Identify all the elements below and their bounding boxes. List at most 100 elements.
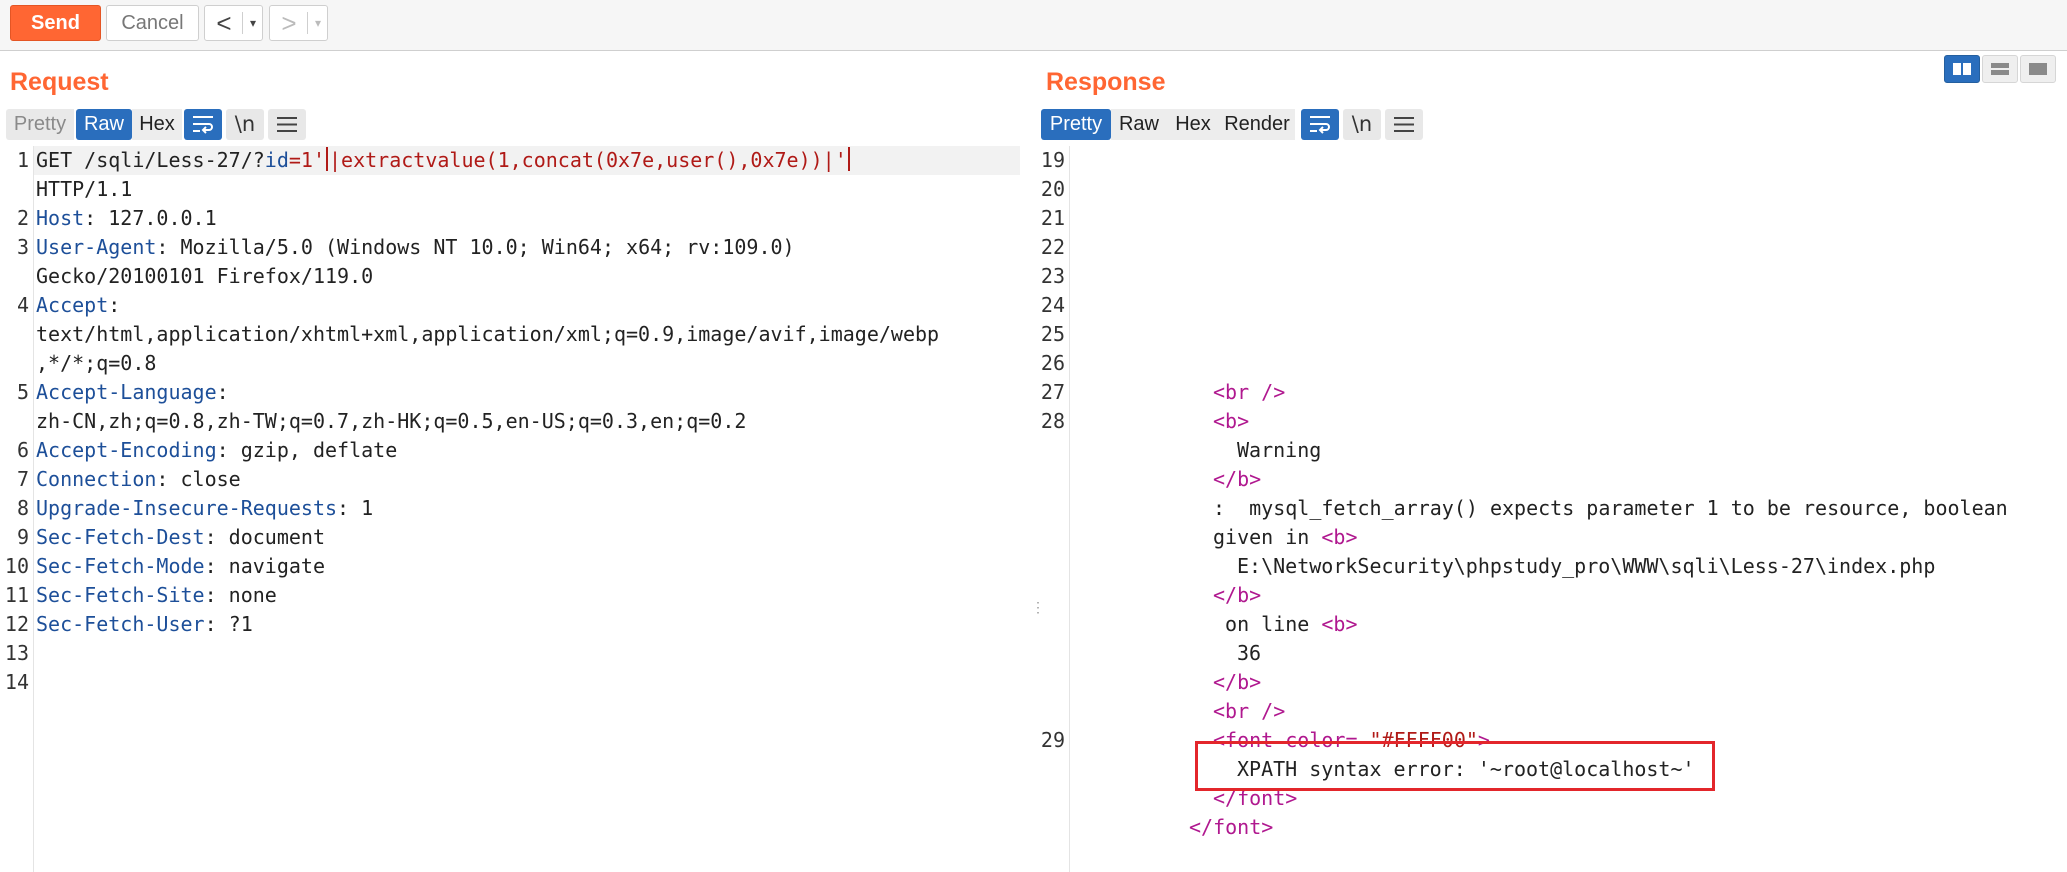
- query-param-value: =1': [288, 148, 325, 172]
- divider: [307, 12, 308, 34]
- line-number: 3: [16, 235, 29, 259]
- layout-top-bottom-button[interactable]: [1982, 55, 2018, 83]
- header-value: :: [108, 293, 121, 317]
- line-number: 12: [4, 612, 29, 636]
- html-tag: </b>: [1213, 670, 1262, 694]
- request-line-1: GET /sqli/Less-27/?id=1' |extractvalue(1,…: [34, 146, 1020, 175]
- wrap-lines-icon: [1310, 116, 1330, 134]
- html-tag: <br />: [1213, 699, 1286, 723]
- history-forward-button[interactable]: > ▾: [269, 5, 328, 41]
- response-code: <br /> <b> Warning </b> : mysql_fetch_ar…: [1080, 146, 2065, 839]
- header-key: Accept: [36, 293, 109, 317]
- line-number: 7: [16, 467, 29, 491]
- tab-raw[interactable]: Raw: [76, 109, 132, 140]
- line-number: 9: [16, 525, 29, 549]
- header-value: : close: [156, 467, 241, 491]
- html-tag: <b>: [1321, 612, 1358, 636]
- error-message: : mysql_fetch_array() expects parameter …: [1213, 496, 2008, 520]
- html-tag: <br />: [1213, 380, 1286, 404]
- header-key: Accept-Language: [36, 380, 217, 404]
- response-view-tabs: Pretty Raw Hex Render \n: [1041, 109, 1441, 140]
- cancel-button[interactable]: Cancel: [106, 5, 199, 41]
- header-key: Sec-Fetch-Site: [36, 583, 205, 607]
- html-tag: </b>: [1213, 467, 1262, 491]
- header-value: zh-CN,zh;q=0.8,zh-TW;q=0.7,zh-HK;q=0.5,e…: [36, 409, 747, 433]
- header-key: Sec-Fetch-Dest: [36, 525, 205, 549]
- layout-toggle-group: [1944, 55, 2058, 85]
- header-value: : Mozilla/5.0 (Windows NT 10.0; Win64; x…: [156, 235, 795, 259]
- wrap-lines-button[interactable]: [1301, 109, 1339, 140]
- send-button[interactable]: Send: [10, 5, 101, 41]
- header-key: Sec-Fetch-User: [36, 612, 205, 636]
- header-value: : 1: [337, 496, 374, 520]
- error-message: given in: [1213, 525, 1322, 549]
- text-cursor: [847, 147, 850, 171]
- tab-raw[interactable]: Raw: [1111, 109, 1167, 140]
- line-number: 2: [16, 206, 29, 230]
- injection-payload: |extractvalue(1,concat(0x7e,user(),0x7e)…: [329, 148, 847, 172]
- response-line-gutter: 19 20 21 22 23 24 25 26 27 28 29: [1036, 146, 1070, 872]
- header-value: ,*/*;q=0.8: [36, 351, 157, 375]
- line-number: 6: [16, 438, 29, 462]
- line-number: 11: [4, 583, 29, 607]
- tab-render[interactable]: Render: [1219, 109, 1295, 140]
- chevron-down-icon[interactable]: ▾: [245, 6, 261, 40]
- query-param-name: id: [264, 148, 289, 172]
- chevron-down-icon[interactable]: ▾: [310, 6, 326, 40]
- line-number-text: 36: [1237, 641, 1262, 665]
- header-value: : gzip, deflate: [216, 438, 398, 462]
- forward-arrow-icon: >: [281, 8, 297, 38]
- show-newlines-button[interactable]: \n: [226, 109, 264, 140]
- request-menu-button[interactable]: [268, 109, 306, 140]
- show-newlines-button[interactable]: \n: [1343, 109, 1381, 140]
- top-toolbar: Send Cancel < ▾ > ▾: [0, 0, 2067, 51]
- line-number: 13: [4, 641, 29, 665]
- wrap-lines-icon: [193, 116, 213, 134]
- request-title: Request: [10, 68, 109, 96]
- header-value: : 127.0.0.1: [84, 206, 217, 230]
- back-arrow-icon: <: [216, 8, 232, 38]
- html-tag: <b>: [1213, 409, 1250, 433]
- tab-hex[interactable]: Hex: [132, 109, 182, 140]
- tab-pretty[interactable]: Pretty: [1041, 109, 1111, 140]
- request-view-tabs: Pretty Raw Hex \n: [6, 109, 306, 140]
- line-number: 28: [1040, 409, 1065, 433]
- header-key: User-Agent: [36, 235, 157, 259]
- line-number: 25: [1040, 322, 1065, 346]
- http-version: HTTP/1.1: [36, 177, 133, 201]
- layout-side-by-side-button[interactable]: [1944, 55, 1980, 83]
- line-number: 14: [4, 670, 29, 694]
- request-editor[interactable]: 1 2 3 4 5 6 7 8 9 10 11 12 13 14 GET /sq…: [0, 146, 1022, 872]
- response-title: Response: [1046, 68, 1166, 96]
- layout-tabs-button[interactable]: [2020, 55, 2056, 83]
- error-message: on line: [1213, 612, 1322, 636]
- columns-icon: [1953, 63, 1971, 75]
- tab-pretty[interactable]: Pretty: [6, 109, 74, 140]
- line-number: 27: [1040, 380, 1065, 404]
- request-line-gutter: 1 2 3 4 5 6 7 8 9 10 11 12 13 14: [0, 146, 34, 872]
- header-value: : navigate: [204, 554, 325, 578]
- header-key: Connection: [36, 467, 157, 491]
- header-value: Gecko/20100101 Firefox/119.0: [36, 264, 374, 288]
- request-code: GET /sqli/Less-27/?id=1' |extractvalue(1,…: [34, 146, 1020, 636]
- header-value: :: [216, 380, 229, 404]
- header-value: : document: [204, 525, 325, 549]
- line-number: 4: [16, 293, 29, 317]
- line-number: 5: [16, 380, 29, 404]
- line-number: 22: [1040, 235, 1065, 259]
- wrap-lines-button[interactable]: [184, 109, 222, 140]
- response-menu-button[interactable]: [1385, 109, 1423, 140]
- header-value: : ?1: [204, 612, 253, 636]
- history-back-button[interactable]: < ▾: [204, 5, 263, 41]
- tab-hex[interactable]: Hex: [1167, 109, 1219, 140]
- line-number: 19: [1040, 148, 1065, 172]
- header-key: Upgrade-Insecure-Requests: [36, 496, 338, 520]
- highlight-box: [1195, 741, 1715, 791]
- header-value: text/html,application/xhtml+xml,applicat…: [36, 322, 940, 346]
- line-number: 1: [16, 148, 29, 172]
- line-number: 20: [1040, 177, 1065, 201]
- hamburger-menu-icon: [277, 117, 297, 132]
- line-number: 21: [1040, 206, 1065, 230]
- line-number: 24: [1040, 293, 1065, 317]
- header-key: Host: [36, 206, 85, 230]
